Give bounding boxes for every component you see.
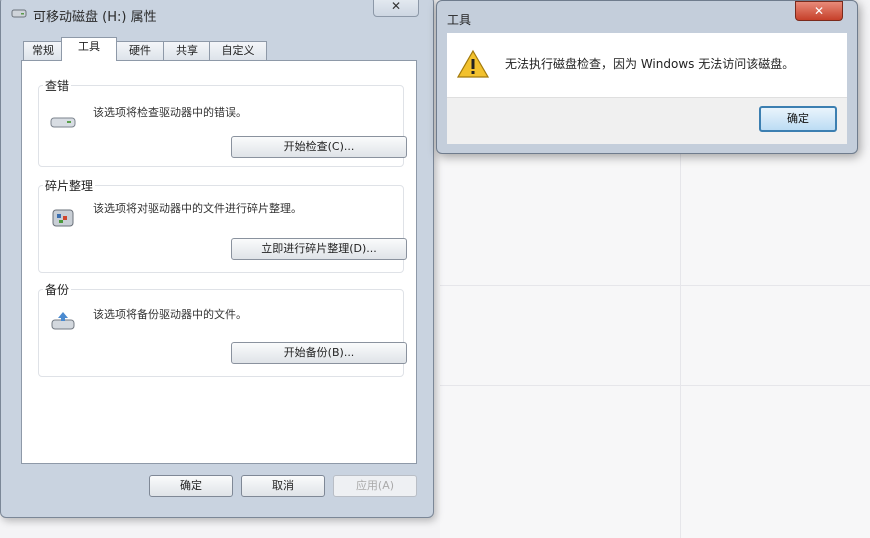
dialog-footer: 确定 (447, 97, 847, 144)
group-label: 查错 (43, 77, 72, 94)
cancel-button[interactable]: 取消 (241, 475, 325, 497)
dialog-body: 无法执行磁盘检查，因为 Windows 无法访问该磁盘。 确定 (447, 33, 847, 144)
close-button[interactable]: ✕ (373, 0, 419, 17)
start-backup-button[interactable]: 开始备份(B)... (231, 342, 407, 364)
window-title: 可移动磁盘 (H:) 属性 (33, 10, 157, 25)
tools-tab-panel: 查错 该选项将检查驱动器中的错误。 开始检查(C)... 碎片整理 该选项将对驱… (21, 60, 417, 464)
drive-properties-window: 可移动磁盘 (H:) 属性 ✕ 常规 工具 硬件 共享 自定义 查错 该选项将检… (0, 0, 434, 518)
backup-group: 备份 该选项将备份驱动器中的文件。 开始备份(B)... (38, 281, 407, 377)
group-description: 该选项将备份驱动器中的文件。 (93, 308, 247, 321)
dialog-title: 工具 (447, 13, 472, 27)
defrag-group: 碎片整理 该选项将对驱动器中的文件进行碎片整理。 立即进行碎片整理(D)... (38, 177, 407, 273)
grid-line (440, 385, 870, 386)
ok-button[interactable]: 确定 (149, 475, 233, 497)
group-description: 该选项将对驱动器中的文件进行碎片整理。 (93, 202, 302, 215)
apply-button[interactable]: 应用(A) (333, 475, 417, 497)
disk-check-icon (50, 117, 76, 128)
drive-icon (11, 9, 27, 18)
tab-customize[interactable]: 自定义 (209, 41, 267, 60)
defrag-now-button[interactable]: 立即进行碎片整理(D)... (231, 238, 407, 260)
grid-line (680, 150, 681, 538)
error-message: 无法执行磁盘检查，因为 Windows 无法访问该磁盘。 (505, 57, 795, 71)
backup-icon (51, 312, 75, 330)
error-check-group: 查错 该选项将检查驱动器中的错误。 开始检查(C)... (38, 77, 407, 167)
ok-button[interactable]: 确定 (759, 106, 837, 132)
tab-hardware[interactable]: 硬件 (115, 41, 165, 60)
group-label: 备份 (43, 281, 72, 298)
defrag-icon (52, 209, 74, 227)
group-label: 碎片整理 (43, 177, 96, 194)
start-check-button[interactable]: 开始检查(C)... (231, 136, 407, 158)
tab-general[interactable]: 常规 (23, 41, 63, 60)
warning-icon (457, 49, 489, 78)
tab-sharing[interactable]: 共享 (163, 41, 211, 60)
group-description: 该选项将检查驱动器中的错误。 (93, 106, 247, 119)
tools-error-dialog: 工具 ✕ 无法执行磁盘检查，因为 Windows 无法访问该磁盘。 确定 (436, 0, 858, 154)
tab-tools[interactable]: 工具 (61, 37, 117, 61)
title-bar[interactable]: 可移动磁盘 (H:) 属性 ✕ (1, 0, 433, 27)
close-button[interactable]: ✕ (795, 1, 843, 21)
desktop-background (440, 150, 870, 538)
grid-line (440, 285, 870, 286)
